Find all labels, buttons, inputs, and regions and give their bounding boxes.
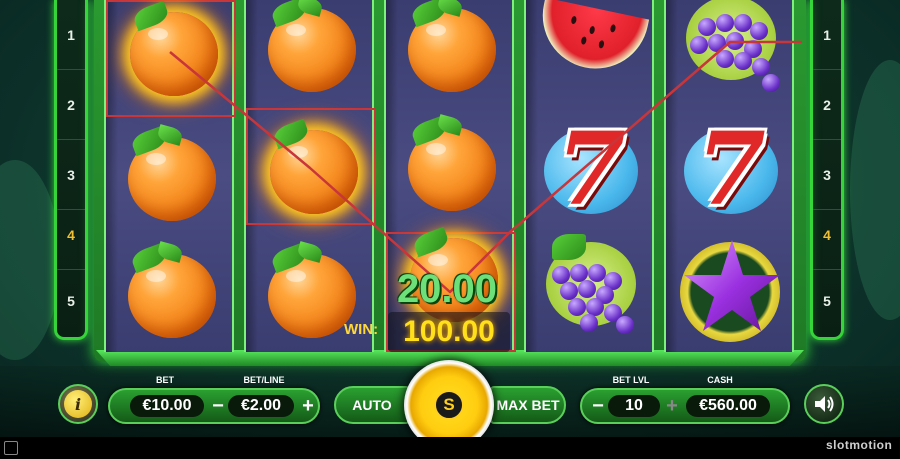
- cash-label: CASH: [707, 375, 733, 385]
- payline-number: 1: [813, 0, 841, 70]
- symbol-seven: 7: [526, 109, 656, 228]
- orange-symbol: [128, 241, 216, 338]
- bet-panel: €10.00 − €2.00 +: [108, 388, 320, 424]
- payline-number-highlighted: 4: [57, 200, 85, 270]
- info-icon: i: [64, 390, 92, 418]
- reel-1: [104, 0, 236, 352]
- orange-symbol: [268, 0, 356, 92]
- payline-column-right: 1 2 3 4 5: [810, 0, 844, 340]
- orange-symbol: [408, 0, 496, 92]
- bet-line-value: €2.00: [228, 395, 294, 417]
- payline-number: 5: [823, 293, 831, 309]
- orange-symbol: [408, 114, 496, 211]
- background-foliage: [0, 160, 60, 360]
- win-label: WIN:: [344, 321, 379, 338]
- bet-level-minus-button[interactable]: −: [586, 393, 610, 419]
- reel-5: 7: [664, 0, 794, 352]
- symbol-orange: [386, 0, 516, 117]
- symbol-orange: [106, 234, 236, 351]
- bet-level-panel: − 10 + €560.00: [580, 388, 790, 424]
- orange-symbol: [130, 0, 218, 96]
- symbol-grapes: [666, 0, 796, 117]
- seven-symbol: 7: [556, 109, 626, 228]
- payline-number: 5: [67, 293, 75, 309]
- auto-button[interactable]: AUTO: [334, 386, 410, 424]
- symbol-watermelon: [526, 0, 656, 117]
- reel-4: 7: [524, 0, 654, 352]
- orange-symbol: [128, 124, 216, 221]
- brand-logo: slotmotion: [826, 438, 893, 452]
- bet-label: BET: [156, 375, 174, 385]
- bet-line-plus-button[interactable]: +: [296, 393, 320, 419]
- symbol-seven: 7: [666, 109, 796, 228]
- symbol-orange-winning: [106, 0, 236, 117]
- symbol-orange: [246, 0, 376, 117]
- menu-icon[interactable]: [4, 441, 18, 455]
- bet-level-value: 10: [608, 395, 660, 417]
- reel-2: [244, 0, 376, 352]
- symbol-orange: [386, 114, 516, 234]
- bet-level-label: BET LVL: [612, 375, 650, 385]
- speaker-icon: [815, 396, 834, 412]
- symbol-orange-winning: [246, 108, 376, 225]
- bet-line-label: BET/LINE: [243, 375, 285, 385]
- symbol-grapes: [526, 228, 656, 345]
- max-bet-button[interactable]: MAX BET: [490, 386, 566, 424]
- payline-column-left: 1 2 3 4 5: [54, 0, 88, 340]
- payline-number: 2: [57, 70, 85, 140]
- spin-icon: S: [434, 390, 464, 420]
- payline-number: 2: [813, 70, 841, 140]
- symbol-star: [666, 230, 796, 347]
- watermelon-symbol: [532, 0, 650, 79]
- seven-symbol: 7: [696, 109, 766, 228]
- bet-line-minus-button[interactable]: −: [206, 393, 230, 419]
- info-button[interactable]: i: [58, 384, 98, 424]
- grape-leaf: [552, 234, 586, 260]
- payline-number: 1: [57, 0, 85, 70]
- sound-button[interactable]: [804, 384, 844, 424]
- payline-number-highlighted: 4: [813, 200, 841, 270]
- total-win-value: 100.00: [388, 312, 510, 352]
- cash-value: €560.00: [686, 395, 770, 417]
- symbol-orange: [106, 117, 236, 234]
- bet-value: €10.00: [130, 395, 204, 417]
- line-win-amount: 20.00: [396, 266, 498, 311]
- footer-strip: [0, 437, 900, 459]
- orange-symbol: [268, 241, 356, 338]
- orange-symbol: [270, 118, 358, 214]
- bet-level-plus-button[interactable]: +: [660, 393, 684, 419]
- background-foliage: [850, 60, 900, 320]
